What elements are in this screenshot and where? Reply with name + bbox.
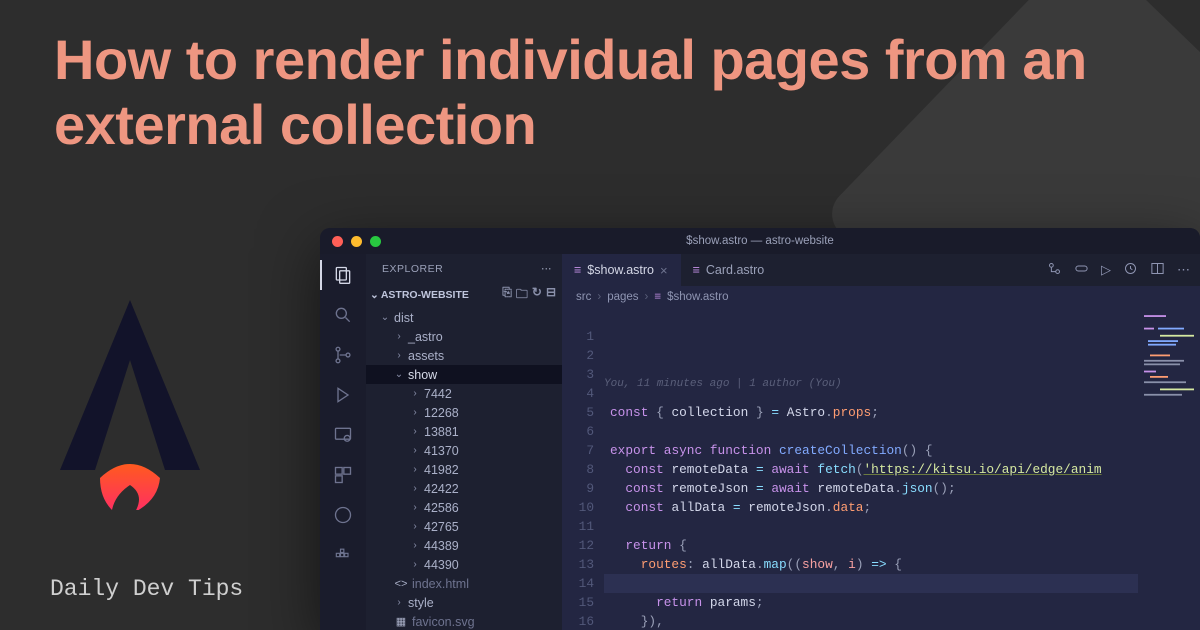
code-editor[interactable]: 12345678910111213141516171819 You, 11 mi… bbox=[562, 308, 1200, 630]
folder-node[interactable]: ›42422 bbox=[366, 479, 562, 498]
close-button[interactable] bbox=[332, 236, 343, 247]
search-icon[interactable] bbox=[332, 304, 354, 326]
code-line[interactable]: return params; bbox=[604, 593, 1200, 612]
new-file-icon[interactable]: ⎘ bbox=[502, 285, 512, 306]
chevron-down-icon: ⌄ bbox=[370, 289, 379, 301]
file-node[interactable]: <>index.html bbox=[366, 574, 562, 593]
source-control-icon[interactable] bbox=[332, 344, 354, 366]
astro-logo bbox=[50, 300, 210, 515]
folder-node[interactable]: ›44390 bbox=[366, 555, 562, 574]
refresh-icon[interactable]: ↻ bbox=[532, 285, 542, 306]
project-name: ASTRO-WEBSITE bbox=[381, 289, 469, 301]
code-line[interactable]: const { collection } = Astro.props; bbox=[604, 403, 1200, 422]
window-title: $show.astro — astro-website bbox=[686, 235, 834, 247]
crumb-segment[interactable]: pages bbox=[607, 291, 638, 303]
code-line[interactable]: const allData = remoteJson.data; bbox=[604, 498, 1200, 517]
code-line[interactable] bbox=[604, 422, 1200, 441]
activity-bar bbox=[320, 254, 366, 630]
project-header[interactable]: ⌄ASTRO-WEBSITE ⎘ 🗀 ↻ ⊟ bbox=[366, 284, 562, 306]
run-icon[interactable]: ▷ bbox=[1101, 262, 1111, 278]
file-tree: ⌄dist›_astro›assets⌄show›7442›12268›1388… bbox=[366, 306, 562, 630]
tab--show-astro[interactable]: ≡$show.astro× bbox=[562, 254, 681, 286]
crumb-segment[interactable]: src bbox=[576, 291, 591, 303]
breadcrumb[interactable]: src› pages› ≡$show.astro bbox=[562, 286, 1200, 308]
folder-node[interactable]: ›7442 bbox=[366, 384, 562, 403]
github-icon[interactable] bbox=[332, 504, 354, 526]
code-line[interactable]: return { bbox=[604, 536, 1200, 555]
tab-bar: ≡$show.astro×≡Card.astro ▷ ⋯ bbox=[562, 254, 1200, 286]
titlebar: $show.astro — astro-website bbox=[320, 228, 1200, 254]
folder-node[interactable]: ›42586 bbox=[366, 498, 562, 517]
docker-icon[interactable] bbox=[332, 544, 354, 566]
remote-explorer-icon[interactable] bbox=[332, 424, 354, 446]
code-line[interactable]: const remoteData = await fetch('https://… bbox=[604, 460, 1200, 479]
folder-node[interactable]: ›41982 bbox=[366, 460, 562, 479]
code-line[interactable]: export async function createCollection()… bbox=[604, 441, 1200, 460]
sidebar: EXPLORER ⋯ ⌄ASTRO-WEBSITE ⎘ 🗀 ↻ ⊟ ⌄dist›… bbox=[366, 254, 562, 630]
split-editor-icon[interactable] bbox=[1150, 261, 1165, 279]
credit-text: Daily Dev Tips bbox=[50, 576, 243, 602]
folder-node[interactable]: ›44389 bbox=[366, 536, 562, 555]
extensions-icon[interactable] bbox=[332, 464, 354, 486]
folder-node[interactable]: ⌄dist bbox=[366, 308, 562, 327]
folder-node[interactable]: ›12268 bbox=[366, 403, 562, 422]
code-line[interactable] bbox=[604, 517, 1200, 536]
new-folder-icon[interactable]: 🗀 bbox=[516, 285, 528, 306]
code-line[interactable]: const remoteJson = await remoteData.json… bbox=[604, 479, 1200, 498]
traffic-lights bbox=[332, 236, 381, 247]
folder-node[interactable]: ›13881 bbox=[366, 422, 562, 441]
more-actions-icon[interactable]: ⋯ bbox=[1177, 262, 1190, 278]
git-blame-annotation: You, 11 minutes ago | 1 author (You) bbox=[604, 365, 1200, 384]
collapse-icon[interactable]: ⊟ bbox=[546, 285, 556, 306]
editor-window: $show.astro — astro-website EXPLORER ⋯ ⌄… bbox=[320, 228, 1200, 630]
zoom-button[interactable] bbox=[370, 236, 381, 247]
editor-area: ≡$show.astro×≡Card.astro ▷ ⋯ src› pages›… bbox=[562, 254, 1200, 630]
code-line[interactable]: }), bbox=[604, 612, 1200, 630]
clock-icon[interactable] bbox=[1123, 261, 1138, 279]
folder-node[interactable]: ›style bbox=[366, 593, 562, 612]
folder-node[interactable]: ⌄show bbox=[366, 365, 562, 384]
page-title: How to render individual pages from an e… bbox=[54, 28, 1146, 158]
sidebar-header: EXPLORER ⋯ bbox=[366, 254, 562, 284]
sidebar-title: EXPLORER bbox=[382, 263, 443, 275]
explorer-icon[interactable] bbox=[332, 264, 354, 286]
folder-node[interactable]: ›41370 bbox=[366, 441, 562, 460]
folder-node[interactable]: ›_astro bbox=[366, 327, 562, 346]
run-debug-icon[interactable] bbox=[332, 384, 354, 406]
tab-Card-astro[interactable]: ≡Card.astro bbox=[681, 254, 778, 286]
code-line[interactable]: routes: allData.map((show, i) => { bbox=[604, 555, 1200, 574]
crumb-segment[interactable]: $show.astro bbox=[667, 291, 728, 303]
folder-node[interactable]: ›assets bbox=[366, 346, 562, 365]
minimize-button[interactable] bbox=[351, 236, 362, 247]
toggle-icon[interactable] bbox=[1074, 261, 1089, 279]
file-node[interactable]: ▦favicon.svg bbox=[366, 612, 562, 630]
folder-node[interactable]: ›42765 bbox=[366, 517, 562, 536]
compare-icon[interactable] bbox=[1047, 261, 1062, 279]
more-icon[interactable]: ⋯ bbox=[541, 263, 552, 275]
minimap[interactable] bbox=[1138, 308, 1200, 630]
close-icon[interactable]: × bbox=[660, 263, 668, 278]
